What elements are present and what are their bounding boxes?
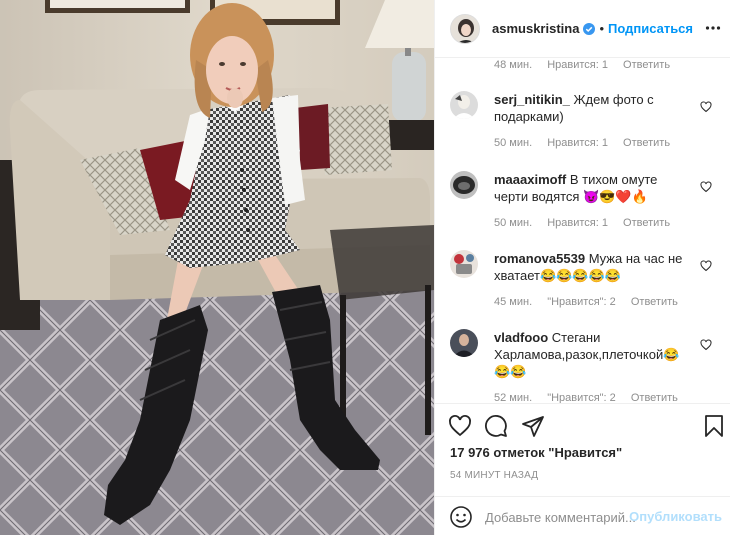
post-photo[interactable] [0,0,434,535]
commenter-avatar[interactable] [450,329,478,357]
comment-time: 50 мин. [494,137,533,149]
verified-badge-icon [583,22,596,35]
post-side-panel: asmuskristina • Подписаться 48 мин. Нрав… [434,0,730,535]
reply-button[interactable]: Ответить [623,137,670,149]
commenter-avatar[interactable] [450,91,478,119]
comment-likes[interactable]: Нравится: 1 [547,217,608,229]
commenter-username[interactable]: romanova5539 [494,251,585,266]
comment-meta: 50 мин. Нравится: 1 Ответить [494,217,682,229]
comment-input[interactable] [485,506,635,528]
comment-likes[interactable]: "Нравится": 2 [547,296,616,308]
comment-text-block: serj_nitikin_ Ждем фото с подарками) [494,91,694,125]
commenter-username[interactable]: vladfooo [494,330,548,345]
comment-icon[interactable] [484,414,508,438]
comments-list[interactable]: 48 мин. Нравится: 1 Ответить serj_nitiki… [435,59,730,403]
comment-text-block: maaaximoff В тихом омуте черти водятся 😈… [494,171,694,205]
share-icon[interactable] [521,414,545,438]
reply-button[interactable]: Ответить [631,296,678,308]
author-avatar[interactable] [450,13,480,44]
comment-time: 45 мин. [494,296,533,308]
reply-button[interactable]: Ответить [631,392,678,403]
comment-likes[interactable]: Нравится: 1 [547,59,608,71]
emoji-icon[interactable] [449,505,473,529]
reply-button[interactable]: Ответить [623,217,670,229]
commenter-username[interactable]: maaaximoff [494,172,566,187]
comment-meta: 50 мин. Нравится: 1 Ответить [494,137,682,149]
comment-time: 50 мин. [494,217,533,229]
add-comment-bar: Опубликовать [435,496,730,535]
comment-heart-icon[interactable] [700,260,712,272]
header-separator: • [599,21,604,36]
comment-meta: 45 мин. "Нравится": 2 Ответить [494,296,690,308]
comment-likes[interactable]: "Нравится": 2 [547,392,616,403]
bookmark-icon[interactable] [702,414,726,438]
likes-count[interactable]: 17 976 отметок "Нравится" [450,445,622,460]
heart-icon[interactable] [448,414,472,438]
comment-time: 52 мин. [494,392,533,403]
commenter-avatar[interactable] [450,250,478,278]
more-options-icon[interactable] [705,20,721,36]
reply-button[interactable]: Ответить [623,59,670,71]
post-header: asmuskristina • Подписаться [435,0,730,58]
comment-likes[interactable]: Нравится: 1 [547,137,608,149]
commenter-username[interactable]: serj_nitikin_ [494,92,570,107]
comment-heart-icon[interactable] [700,181,712,193]
follow-button[interactable]: Подписаться [608,21,693,36]
commenter-avatar[interactable] [450,171,478,199]
comment-text-block: vladfooo Стегани Харламова,разок,плеточк… [494,329,694,380]
comment-text-block: romanova5539 Мужа на час не хватает😂😂😂😂😂 [494,250,694,284]
author-username[interactable]: asmuskristina [492,21,579,36]
comment-heart-icon[interactable] [700,339,712,351]
comment-time: 48 мин. [494,59,533,71]
publish-button[interactable]: Опубликовать [629,509,722,524]
previous-comment-meta: 48 мин. Нравится: 1 Ответить [494,59,682,71]
post-timestamp[interactable]: 54 минут назад [450,470,538,481]
comment-heart-icon[interactable] [700,101,712,113]
comment-meta: 52 мин. "Нравится": 2 Ответить [494,392,690,403]
